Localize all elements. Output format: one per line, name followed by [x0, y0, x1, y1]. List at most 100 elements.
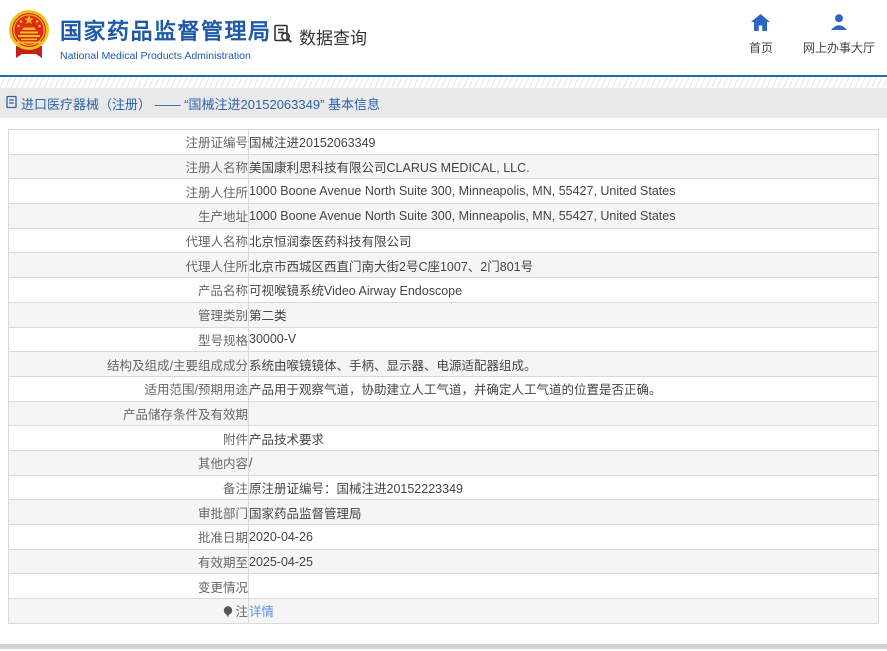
- breadcrumb: 进口医疗器械（注册） —— “国械注进20152063349” 基本信息: [5, 94, 380, 113]
- row-value: [249, 401, 879, 426]
- row-value: 产品技术要求: [249, 426, 879, 451]
- row-label-text: 其他内容: [198, 457, 248, 471]
- brand: 国家药品监督管理局 National Medical Products Admi…: [8, 8, 272, 63]
- row-label: 注册证编号: [9, 130, 249, 155]
- row-value-text: 30000-V: [249, 332, 296, 346]
- row-value: [249, 574, 879, 599]
- row-value-text: 美国康利思科技有限公司CLARUS MEDICAL, LLC.: [249, 161, 530, 175]
- page-header: 国家药品监督管理局 National Medical Products Admi…: [0, 0, 887, 75]
- row-value-text: 产品用于观察气道，协助建立人工气道，并确定人工气道的位置是否正确。: [249, 383, 662, 397]
- table-row: 产品名称 可视喉镜系统Video Airway Endoscope: [9, 278, 879, 303]
- row-value: 美国康利思科技有限公司CLARUS MEDICAL, LLC.: [249, 154, 879, 179]
- row-label: 注册人名称: [9, 154, 249, 179]
- row-value: 详情: [249, 599, 879, 624]
- row-value-text: 北京恒润泰医药科技有限公司: [249, 235, 412, 249]
- top-nav: 首页 网上办事大厅: [749, 14, 875, 56]
- row-label-text: 适用范围/预期用途: [145, 383, 248, 397]
- data-query-tab[interactable]: 数据查询: [272, 23, 367, 50]
- row-label: 产品名称: [9, 278, 249, 303]
- table-row: 结构及组成/主要组成成分 系统由喉镜镜体、手柄、显示器、电源适配器组成。: [9, 352, 879, 377]
- nav-service-hall-label: 网上办事大厅: [803, 39, 875, 56]
- row-value-text: 系统由喉镜镜体、手柄、显示器、电源适配器组成。: [249, 359, 537, 373]
- row-label: 管理类别: [9, 302, 249, 327]
- row-label: 注册人住所: [9, 179, 249, 204]
- document-search-icon: [272, 23, 294, 50]
- row-label: 生产地址: [9, 204, 249, 229]
- row-value-text: 第二类: [249, 309, 287, 323]
- row-value-text: 2020-04-26: [249, 530, 313, 544]
- row-value: 2025-04-25: [249, 549, 879, 574]
- row-label-text: 生产地址: [198, 210, 248, 224]
- row-label: 审批部门: [9, 500, 249, 525]
- table-row: 管理类别 第二类: [9, 302, 879, 327]
- row-label: 其他内容: [9, 450, 249, 475]
- row-label-text: 附件: [223, 433, 248, 447]
- row-label-text: 审批部门: [198, 507, 248, 521]
- row-label-text: 备注: [223, 482, 248, 496]
- row-value: 国械注进20152063349: [249, 130, 879, 155]
- table-row: 有效期至 2025-04-25: [9, 549, 879, 574]
- row-value: 1000 Boone Avenue North Suite 300, Minne…: [249, 179, 879, 204]
- site-title: 国家药品监督管理局: [60, 14, 272, 46]
- row-value: 产品用于观察气道，协助建立人工气道，并确定人工气道的位置是否正确。: [249, 376, 879, 401]
- row-value-text: 国械注进20152063349: [249, 136, 375, 150]
- row-value-text: 1000 Boone Avenue North Suite 300, Minne…: [249, 184, 675, 198]
- table-row: 注册证编号 国械注进20152063349: [9, 130, 879, 155]
- row-value: 1000 Boone Avenue North Suite 300, Minne…: [249, 204, 879, 229]
- home-icon: [751, 14, 770, 34]
- row-label: 产品储存条件及有效期: [9, 401, 249, 426]
- row-value: /: [249, 450, 879, 475]
- row-value: 第二类: [249, 302, 879, 327]
- row-label-text: 注册人住所: [185, 186, 248, 200]
- row-label-text: 注册人名称: [185, 161, 248, 175]
- data-query-label: 数据查询: [299, 24, 367, 49]
- brand-text: 国家药品监督管理局 National Medical Products Admi…: [60, 8, 272, 62]
- table-row: 注册人名称 美国康利思科技有限公司CLARUS MEDICAL, LLC.: [9, 154, 879, 179]
- row-label: 变更情况: [9, 574, 249, 599]
- row-label-text: 结构及组成/主要组成成分: [107, 359, 248, 373]
- row-label: 有效期至: [9, 549, 249, 574]
- page-doc-icon: [5, 95, 18, 112]
- row-value: 国家药品监督管理局: [249, 500, 879, 525]
- nav-item-home[interactable]: 首页: [749, 14, 773, 56]
- table-row: 注册人住所 1000 Boone Avenue North Suite 300,…: [9, 179, 879, 204]
- row-value-text: 产品技术要求: [249, 433, 324, 447]
- row-label: 备注: [9, 475, 249, 500]
- row-value-text: /: [249, 456, 252, 470]
- table-row: 生产地址 1000 Boone Avenue North Suite 300, …: [9, 204, 879, 229]
- row-value: 2020-04-26: [249, 525, 879, 550]
- table-row: 批准日期 2020-04-26: [9, 525, 879, 550]
- row-label: 代理人住所: [9, 253, 249, 278]
- national-emblem-icon: [8, 8, 50, 63]
- nav-item-service-hall[interactable]: 网上办事大厅: [803, 14, 875, 56]
- row-label: 代理人名称: [9, 228, 249, 253]
- stripe-band: [0, 77, 887, 88]
- row-label-text: 批准日期: [198, 531, 248, 545]
- row-label-text: 注册证编号: [185, 136, 248, 150]
- table-row: 变更情况: [9, 574, 879, 599]
- table-row: 审批部门 国家药品监督管理局: [9, 500, 879, 525]
- row-label-text: 产品储存条件及有效期: [123, 408, 248, 422]
- row-label: 注: [9, 599, 249, 624]
- table-row: 其他内容 /: [9, 450, 879, 475]
- details-link[interactable]: 详情: [249, 605, 274, 619]
- row-label: 适用范围/预期用途: [9, 376, 249, 401]
- row-value: 系统由喉镜镜体、手柄、显示器、电源适配器组成。: [249, 352, 879, 377]
- row-label-text: 产品名称: [198, 284, 248, 298]
- row-label-text: 型号规格: [198, 334, 248, 348]
- row-value-text: 原注册证编号：国械注进20152223349: [249, 482, 463, 496]
- row-label: 附件: [9, 426, 249, 451]
- horizontal-scrollbar[interactable]: [0, 644, 887, 649]
- row-label-text: 有效期至: [198, 556, 248, 570]
- note-balloon-icon: [223, 606, 233, 621]
- row-value: 原注册证编号：国械注进20152223349: [249, 475, 879, 500]
- table-row: 备注 原注册证编号：国械注进20152223349: [9, 475, 879, 500]
- row-label-text: 注: [235, 605, 248, 619]
- breadcrumb-bar: 进口医疗器械（注册） —— “国械注进20152063349” 基本信息: [0, 88, 887, 118]
- row-label-text: 变更情况: [198, 581, 248, 595]
- row-label-text: 代理人住所: [185, 260, 248, 274]
- table-row: 适用范围/预期用途 产品用于观察气道，协助建立人工气道，并确定人工气道的位置是否…: [9, 376, 879, 401]
- row-value-text: 可视喉镜系统Video Airway Endoscope: [249, 284, 462, 298]
- row-label-text: 管理类别: [198, 309, 248, 323]
- row-label: 型号规格: [9, 327, 249, 352]
